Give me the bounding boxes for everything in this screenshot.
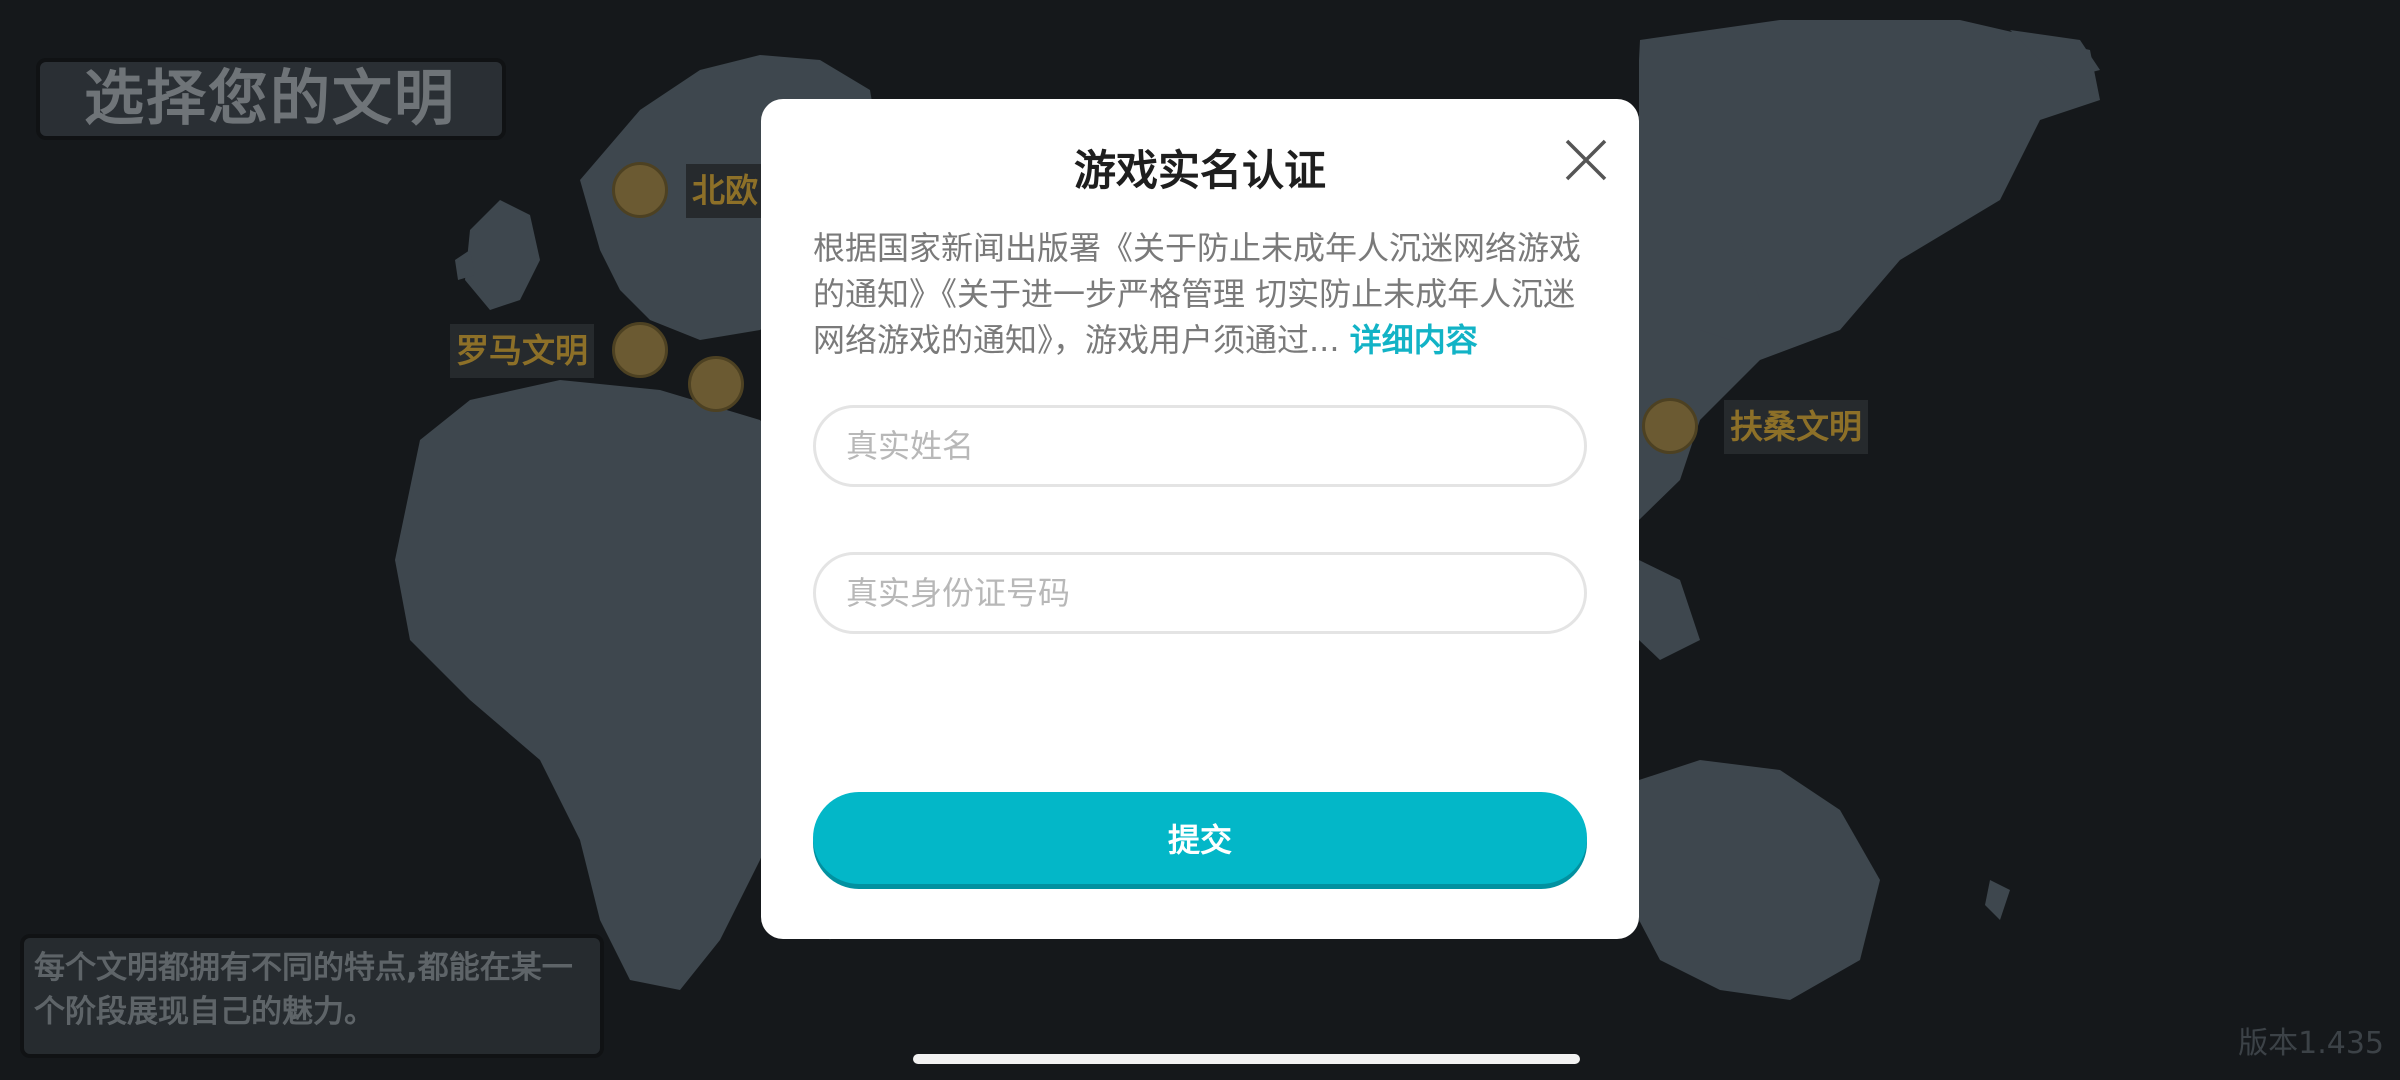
notice-text: 根据国家新闻出版署《关于防止未成年人沉迷网络游戏的通知》《关于进一步严格管理 切… [813, 225, 1593, 363]
civ-label-rome[interactable]: 罗马文明 [450, 324, 594, 378]
civ-pin-greece[interactable] [688, 356, 744, 412]
submit-button[interactable]: 提交 [813, 792, 1587, 884]
civ-pin-fusang[interactable] [1642, 398, 1698, 454]
version-label: 版本1.435 [2238, 1026, 2384, 1061]
screen-title: 选择您的文明 [36, 58, 506, 140]
civ-label-fusang[interactable]: 扶桑文明 [1724, 400, 1868, 454]
dialog-title: 游戏实名认证 [1073, 146, 1326, 195]
home-indicator[interactable] [913, 1054, 1580, 1064]
civ-description: 每个文明都拥有不同的特点,都能在某一个阶段展现自己的魅力。 [20, 934, 604, 1058]
realname-dialog: 游戏实名认证 根据国家新闻出版署《关于防止未成年人沉迷网络游戏的通知》《关于进一… [761, 99, 1639, 939]
close-icon[interactable] [1563, 137, 1609, 183]
civ-pin-rome[interactable] [612, 322, 668, 378]
detail-link[interactable]: 详细内容 [1350, 321, 1478, 359]
civ-label-north-europe[interactable]: 北欧 [686, 164, 764, 218]
civ-pin-north-europe[interactable] [612, 162, 668, 218]
id-number-input[interactable] [813, 552, 1587, 634]
real-name-input[interactable] [813, 405, 1587, 487]
